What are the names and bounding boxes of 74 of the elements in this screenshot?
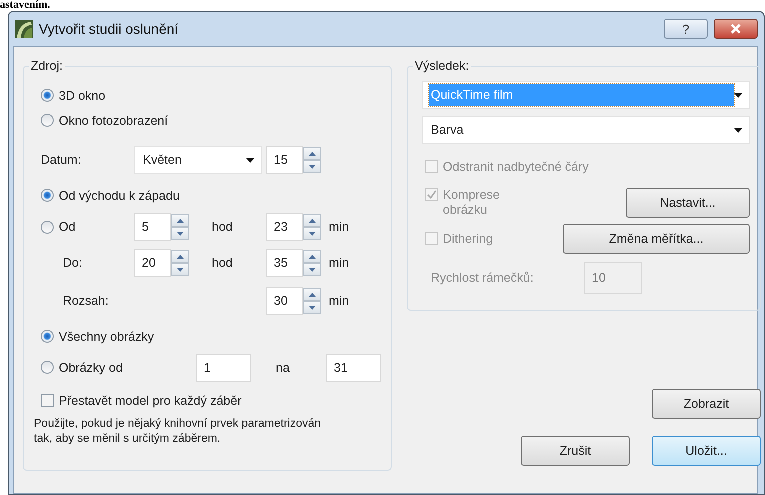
up-arrow-icon (308, 152, 316, 156)
radio-label[interactable]: Od východu k západu (59, 188, 180, 202)
radio-button[interactable] (41, 220, 54, 234)
spin-up-button[interactable] (303, 214, 321, 227)
spin-up-button[interactable] (171, 250, 189, 263)
spin-down-button[interactable] (303, 227, 321, 240)
color-dropdown[interactable]: Barva (422, 116, 750, 144)
spin-up-button[interactable] (303, 147, 321, 160)
radio-button[interactable] (41, 114, 54, 127)
number-field[interactable]: 31 (326, 354, 381, 382)
number-field[interactable]: 30 (266, 287, 303, 315)
radio-label[interactable]: Obrázky od (59, 360, 123, 374)
dropdown-caret-icon (734, 92, 743, 98)
checkbox-label[interactable]: Přestavět model pro každý záběr (59, 394, 242, 408)
unit-label: min (329, 220, 350, 234)
close-button[interactable] (714, 19, 758, 39)
date-label: Datum: (41, 153, 82, 167)
app-logo-icon (15, 20, 33, 38)
cancel-button[interactable]: Zrušit (521, 436, 630, 466)
number-field[interactable]: 1 (196, 354, 251, 382)
help-text: Použijte, pokud je nějaký knihovní prvek parametrizován tak, aby se měnil s určitým záběrem. (34, 417, 322, 447)
group-title: Zdroj: (30, 59, 64, 73)
unit-label: hod (212, 220, 234, 234)
up-arrow-icon (308, 254, 316, 258)
down-arrow-icon (308, 268, 316, 272)
checkbox[interactable] (41, 394, 54, 407)
down-arrow-icon (308, 164, 316, 168)
spin-down-button[interactable] (171, 263, 189, 276)
window-title: Vytvořit studii oslunění (39, 21, 180, 37)
dropdown-caret-icon (246, 158, 255, 162)
spin-up-button[interactable] (303, 250, 321, 263)
spin-up-button[interactable] (171, 214, 189, 227)
down-arrow-icon (176, 268, 184, 272)
group-title: Výsledek: (414, 59, 470, 73)
caption-text: astavením. (0, 0, 52, 11)
unit-label: hod (212, 256, 234, 270)
number-field[interactable]: 35 (266, 249, 303, 277)
up-arrow-icon (176, 218, 184, 222)
radio-button[interactable] (41, 189, 54, 202)
spin-up-button[interactable] (303, 288, 321, 301)
radio-button[interactable] (41, 89, 54, 102)
spin-down-button[interactable] (303, 301, 321, 314)
dropdown-caret-icon (734, 128, 743, 132)
radio-button[interactable] (41, 330, 54, 343)
save-button[interactable]: Uložit... (652, 436, 761, 466)
to-label: Do: (63, 256, 84, 270)
month-dropdown[interactable]: Květen (134, 146, 262, 174)
up-arrow-icon (176, 254, 184, 258)
number-field[interactable]: 15 (266, 146, 303, 174)
radio-label[interactable]: 3D okno (59, 88, 106, 102)
up-arrow-icon (308, 218, 316, 222)
radio-label[interactable]: Okno fotozobrazení (59, 114, 168, 128)
unit-label: min (329, 256, 350, 270)
preview-button[interactable]: Zobrazit (652, 389, 761, 419)
down-arrow-icon (308, 306, 316, 310)
up-arrow-icon (308, 292, 316, 296)
spin-down-button[interactable] (171, 227, 189, 240)
number-field[interactable]: 23 (266, 213, 303, 241)
close-icon (730, 24, 742, 34)
radio-label[interactable]: Všechny obrázky (59, 330, 154, 344)
down-arrow-icon (176, 232, 184, 236)
radio-button[interactable] (41, 361, 54, 374)
number-field[interactable]: 5 (134, 213, 171, 241)
radio-label[interactable]: Od (59, 220, 76, 234)
unit-label: min (329, 294, 350, 308)
checkmark-icon (426, 190, 436, 199)
number-field[interactable]: 20 (134, 249, 171, 277)
spin-down-button[interactable] (303, 160, 321, 173)
joiner-label: na (276, 360, 291, 374)
down-arrow-icon (308, 232, 316, 236)
span-label: Rozsah: (63, 294, 110, 308)
help-button[interactable]: ? (664, 19, 708, 39)
frame-rate-label: Rychlost rámečků: (431, 271, 535, 285)
spin-down-button[interactable] (303, 263, 321, 276)
